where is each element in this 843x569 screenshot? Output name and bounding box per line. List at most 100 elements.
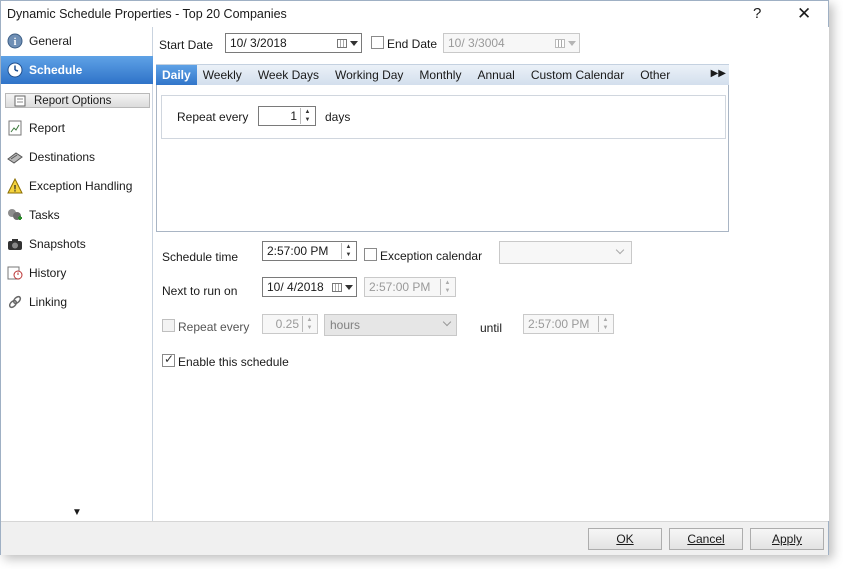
clock-icon (6, 61, 24, 79)
start-date-label: Start Date (159, 38, 214, 52)
repeat-unit-dropdown[interactable]: hours (324, 314, 457, 336)
sidebar-scroll-down-icon[interactable]: ▼ (72, 507, 82, 518)
schedule-panel: Start Date 10/ 3/2018 End Date 10/ 3/300… (153, 27, 829, 521)
link-icon (6, 293, 24, 311)
tab-monthly[interactable]: Monthly (413, 65, 467, 86)
until-label: until (480, 321, 503, 335)
repeat-interval-checkbox[interactable] (162, 319, 175, 332)
next-run-date-picker[interactable]: 10/ 4/2018 (262, 277, 357, 297)
apply-button-label: Apply (771, 532, 803, 546)
daily-tab-panel: Repeat every 1 ▲ ▼ days (156, 85, 729, 232)
next-run-time-stepper[interactable]: 2:57:00 PM ▲ ▼ (364, 277, 456, 297)
help-button[interactable]: ? (753, 5, 761, 22)
exception-calendar-checkbox[interactable] (364, 248, 377, 261)
sidebar-item-label: Schedule (29, 63, 83, 77)
repeat-unit-value: hours (330, 318, 361, 332)
end-date-checkbox[interactable] (371, 36, 384, 49)
end-date-picker[interactable]: 10/ 3/3004 (443, 33, 580, 53)
sidebar-item-report[interactable]: Report (1, 114, 153, 142)
close-button[interactable]: ✕ (797, 4, 811, 24)
report-options-icon (11, 95, 29, 107)
repeat-every-value: 1 (290, 109, 297, 123)
history-icon (6, 264, 24, 282)
start-date-value: 10/ 3/2018 (230, 36, 287, 50)
title-bar: Dynamic Schedule Properties - Top 20 Com… (1, 1, 828, 27)
sidebar-item-label: Snapshots (29, 237, 86, 251)
button-bar: OK Cancel Apply (1, 521, 828, 555)
sidebar-item-label: Tasks (29, 208, 60, 222)
repeat-every-label: Repeat every (177, 110, 249, 124)
dialog-window: Dynamic Schedule Properties - Top 20 Com… (0, 0, 829, 555)
repeat-unit-label: days (325, 110, 351, 124)
sidebar-item-linking[interactable]: Linking (1, 288, 153, 316)
sidebar-item-label: Report (29, 121, 66, 135)
info-icon: i (6, 32, 24, 50)
cancel-button[interactable]: Cancel (669, 528, 743, 550)
schedule-time-stepper[interactable]: 2:57:00 PM ▲ ▼ (262, 241, 357, 261)
window-title: Dynamic Schedule Properties - Top 20 Com… (7, 7, 287, 21)
sidebar-item-history[interactable]: History (1, 259, 153, 287)
tab-week-days[interactable]: Week Days (252, 65, 325, 86)
schedule-time-value: 2:57:00 PM (267, 244, 329, 258)
tab-working-day[interactable]: Working Day (329, 65, 409, 86)
tabs-scroll-right-icon[interactable]: ▶▶ (711, 68, 726, 79)
end-date-label: End Date (387, 37, 438, 51)
repeat-group: Repeat every 1 ▲ ▼ days (161, 95, 726, 139)
sidebar-item-snapshots[interactable]: Snapshots (1, 230, 153, 258)
apply-button[interactable]: Apply (750, 528, 824, 550)
sidebar-item-label: Destinations (29, 150, 96, 164)
repeat-interval-stepper[interactable]: 0.25 ▲ ▼ (262, 314, 318, 334)
spin-buttons[interactable]: ▲ ▼ (598, 316, 612, 332)
repeat-interval-value: 0.25 (275, 317, 299, 331)
frequency-tab-strip: Daily Weekly Week Days Working Day Month… (156, 64, 729, 86)
start-date-picker[interactable]: 10/ 3/2018 (225, 33, 362, 53)
enable-schedule-checkbox[interactable] (162, 352, 175, 367)
tasks-icon (6, 206, 24, 224)
sidebar-item-label: Exception Handling (29, 179, 133, 193)
calendar-dropdown-icon[interactable] (337, 35, 359, 51)
sidebar-item-label: History (29, 266, 67, 280)
cancel-button-label: Cancel (687, 532, 725, 546)
spin-buttons[interactable]: ▲ ▼ (302, 316, 316, 332)
sidebar-item-exception-handling[interactable]: ! Exception Handling (1, 172, 153, 200)
sidebar-item-general[interactable]: i General (1, 27, 153, 55)
exception-calendar-label: Exception calendar (380, 249, 483, 263)
spin-buttons[interactable]: ▲ ▼ (440, 279, 454, 295)
tab-custom-calendar[interactable]: Custom Calendar (525, 65, 630, 86)
sidebar-item-label: Linking (29, 295, 68, 309)
svg-text:!: ! (14, 184, 17, 194)
schedule-time-label: Schedule time (162, 250, 239, 264)
sidebar: i General Schedule Report Options Report… (1, 27, 153, 521)
repeat-interval-label: Repeat every (178, 320, 250, 334)
until-time-stepper[interactable]: 2:57:00 PM ▲ ▼ (523, 314, 614, 334)
sidebar-item-report-options[interactable]: Report Options (5, 93, 150, 108)
svg-text:i: i (14, 37, 17, 48)
calendar-dropdown-icon[interactable] (332, 279, 354, 295)
exception-calendar-dropdown[interactable] (499, 241, 632, 264)
tab-annual[interactable]: Annual (471, 65, 520, 86)
enable-schedule-label: Enable this schedule (178, 355, 289, 369)
sidebar-item-tasks[interactable]: Tasks (1, 201, 153, 229)
chevron-down-icon (615, 245, 625, 255)
warning-icon: ! (6, 177, 24, 195)
next-run-date-value: 10/ 4/2018 (267, 280, 324, 294)
next-run-time-value: 2:57:00 PM (369, 280, 431, 294)
sidebar-item-label: General (29, 34, 72, 48)
end-date-value: 10/ 3/3004 (448, 36, 505, 50)
ok-button[interactable]: OK (588, 528, 662, 550)
next-run-label: Next to run on (162, 284, 238, 298)
until-time-value: 2:57:00 PM (528, 317, 590, 331)
calendar-dropdown-icon[interactable] (555, 35, 577, 51)
camera-icon (6, 235, 24, 253)
spin-buttons[interactable]: ▲ ▼ (341, 243, 355, 259)
tab-other[interactable]: Other (634, 65, 676, 86)
sidebar-item-schedule[interactable]: Schedule (1, 56, 153, 84)
report-icon (6, 119, 24, 137)
sidebar-item-destinations[interactable]: Destinations (1, 143, 153, 171)
ok-button-label: OK (616, 532, 634, 546)
chevron-down-icon (442, 317, 452, 327)
tab-daily[interactable]: Daily (156, 64, 197, 86)
tab-weekly[interactable]: Weekly (197, 65, 248, 86)
spin-buttons[interactable]: ▲ ▼ (300, 108, 314, 124)
repeat-every-stepper[interactable]: 1 ▲ ▼ (258, 106, 316, 126)
